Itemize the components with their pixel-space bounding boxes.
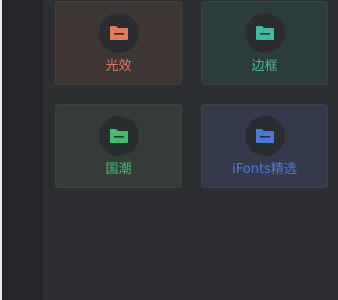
folder-icon	[109, 129, 128, 143]
category-icon-circle	[98, 116, 139, 156]
category-grid: 光效 边框 国潮 iFonts精选	[43, 0, 338, 300]
folder-icon	[109, 26, 128, 40]
category-label: iFonts精选	[232, 162, 297, 177]
folder-icon	[255, 26, 274, 40]
category-label: 边框	[251, 59, 278, 74]
category-card-guochao[interactable]: 国潮	[55, 104, 182, 188]
category-icon-circle	[244, 13, 285, 53]
folder-icon	[255, 129, 274, 143]
category-icon-circle	[244, 116, 285, 156]
sidebar	[2, 0, 43, 300]
category-card-border[interactable]: 边框	[201, 1, 328, 85]
category-card-glow[interactable]: 光效	[55, 1, 182, 85]
category-label: 国潮	[105, 162, 132, 177]
category-card-ifonts[interactable]: iFonts精选	[201, 104, 328, 188]
category-icon-circle	[98, 13, 139, 53]
app-window: 光效 边框 国潮 iFonts精选	[0, 0, 338, 300]
category-label: 光效	[105, 59, 132, 74]
